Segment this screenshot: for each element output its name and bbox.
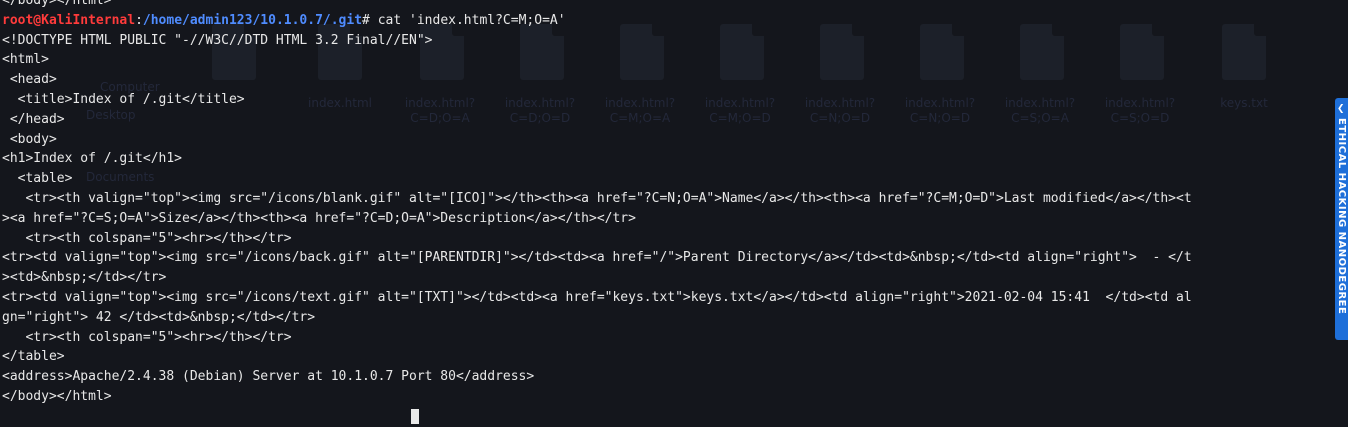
terminal-line: <tr><td valign="top"><img src="/icons/ba… (2, 250, 1192, 266)
terminal-line: </head> (2, 111, 65, 127)
text-cursor (411, 408, 419, 424)
prompt-symbol: # (362, 12, 370, 28)
terminal-line: gn="right"> 42 </td><td>&nbsp;</td></tr> (2, 309, 316, 325)
terminal-line: ><a href="?C=S;O=A">Size</a></th><th><a … (2, 210, 636, 226)
terminal-line: <title>Index of /.git</title> (2, 91, 245, 107)
terminal-line: <body> (2, 131, 57, 147)
prompt-path: /home/admin123/10.1.0.7/.git (142, 12, 363, 28)
terminal-line: <tr><th valign="top"><img src="/icons/bl… (2, 190, 1192, 206)
prompt-user: root@KaliInternal (2, 12, 136, 28)
terminal-line: </body></html> (2, 388, 112, 404)
terminal-line: </table> (2, 349, 65, 365)
terminal-line: </body></html> (2, 0, 112, 8)
terminal-line: <address>Apache/2.4.38 (Debian) Server a… (2, 369, 535, 385)
side-panel-label: ETHICAL HACKING NANODEGREE (1336, 118, 1347, 315)
side-panel-tab[interactable]: ❮ ETHICAL HACKING NANODEGREE (1335, 98, 1348, 340)
terminal-line: <html> (2, 52, 49, 68)
chevron-left-icon: ❮ (1337, 104, 1345, 114)
terminal-line: <h1>Index of /.git</h1> (2, 151, 183, 167)
prompt-command: cat 'index.html?C=M;O=A' (377, 12, 566, 28)
prompt-line: root@KaliInternal:/home/admin123/10.1.0.… (2, 12, 566, 28)
terminal-line: <tr><th colspan="5"><hr></th></tr> (2, 230, 292, 246)
terminal-line: ><td>&nbsp;</td></tr> (2, 270, 167, 286)
terminal-input-line[interactable] (2, 407, 1332, 427)
terminal-line: <!DOCTYPE HTML PUBLIC "-//W3C//DTD HTML … (2, 32, 433, 48)
terminal-line: <table> (2, 171, 73, 187)
terminal-line: <head> (2, 72, 57, 88)
terminal-line: <tr><th colspan="5"><hr></th></tr> (2, 329, 292, 345)
terminal-output[interactable]: </body></html> root@KaliInternal:/home/a… (2, 0, 1332, 427)
terminal-line: <tr><td valign="top"><img src="/icons/te… (2, 289, 1192, 305)
